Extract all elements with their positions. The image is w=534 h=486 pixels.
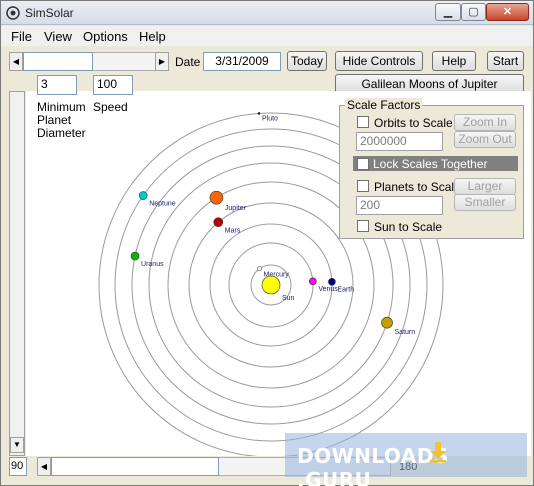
- scroll-left-arrow[interactable]: ◀: [9, 52, 23, 71]
- planet-jupiter[interactable]: [209, 190, 224, 205]
- orbits-to-scale-checkbox[interactable]: [357, 116, 369, 128]
- lock-scales-label: Lock Scales Together: [373, 157, 488, 171]
- orbits-to-scale-label: Orbits to Scale: [374, 116, 453, 130]
- lock-scales-checkbox[interactable]: [357, 158, 369, 170]
- scroll-right-arrow[interactable]: ▶: [155, 52, 169, 71]
- sun-to-scale-checkbox[interactable]: [357, 220, 369, 232]
- vertical-scrollbar[interactable]: [9, 91, 25, 456]
- minimize-button[interactable]: ▁: [435, 3, 461, 21]
- date-label: Date: [175, 55, 201, 69]
- min-diameter-label-1: Minimum: [37, 100, 86, 114]
- zoom-out-button[interactable]: Zoom Out: [454, 131, 516, 148]
- orbits-scale-input[interactable]: 2000000: [356, 132, 443, 151]
- larger-button[interactable]: Larger: [454, 178, 516, 195]
- planet-label-venus: Venus: [318, 286, 338, 293]
- bottom-left-value[interactable]: 90: [9, 457, 27, 476]
- planet-label-mars: Mars: [225, 228, 241, 235]
- menu-options[interactable]: Options: [83, 29, 128, 44]
- planet-label-earth: Earth: [337, 286, 354, 293]
- speed-input[interactable]: 100: [93, 75, 133, 95]
- planet-label-sun: Sun: [282, 295, 295, 302]
- window-title: SimSolar: [25, 6, 74, 20]
- scroll-down-arrow[interactable]: ▼: [10, 437, 24, 453]
- date-input[interactable]: 3/31/2009: [203, 52, 281, 71]
- min-diameter-input[interactable]: 3: [37, 75, 77, 95]
- help-button[interactable]: Help: [432, 51, 476, 71]
- smaller-button[interactable]: Smaller: [454, 194, 516, 211]
- scale-factors-title: Scale Factors: [345, 98, 423, 112]
- download-arrow-icon: [430, 442, 446, 463]
- title-bar: SimSolar ▁ ▢ ✕: [1, 1, 533, 25]
- watermark-text: DOWNLOADS.GURU: [297, 444, 449, 486]
- planet-label-uranus: Uranus: [141, 261, 164, 268]
- hide-controls-button[interactable]: Hide Controls: [335, 51, 423, 71]
- planet-mercury[interactable]: [257, 266, 262, 271]
- min-diameter-label-3: Diameter: [37, 126, 86, 140]
- planet-sun[interactable]: [261, 275, 281, 295]
- planet-neptune[interactable]: [138, 191, 148, 200]
- planets-to-scale-label: Planets to Scale: [374, 180, 461, 194]
- min-diameter-label-2: Planet: [37, 113, 72, 127]
- scroll-thumb[interactable]: [23, 52, 93, 71]
- menu-help[interactable]: Help: [139, 29, 166, 44]
- planet-label-mercury: Mercury: [264, 272, 290, 279]
- planet-label-pluto: Pluto: [262, 115, 278, 122]
- speed-label: Speed: [93, 100, 128, 114]
- menu-bar: File View Options Help: [1, 26, 533, 46]
- planet-venus[interactable]: [309, 277, 317, 286]
- zoom-in-button[interactable]: Zoom In: [454, 114, 516, 131]
- planet-label-jupiter: Jupiter: [225, 205, 247, 212]
- maximize-button[interactable]: ▢: [461, 3, 486, 21]
- menu-file[interactable]: File: [11, 29, 32, 44]
- app-icon: [6, 6, 20, 20]
- close-button[interactable]: ✕: [486, 3, 529, 21]
- planet-saturn[interactable]: [381, 316, 393, 329]
- bottom-scroll-left-arrow[interactable]: ◀: [37, 457, 51, 476]
- today-button[interactable]: Today: [287, 51, 327, 71]
- planet-pluto[interactable]: [257, 112, 261, 115]
- start-button[interactable]: Start: [487, 51, 524, 71]
- bottom-scroll-thumb[interactable]: [51, 457, 219, 476]
- planets-to-scale-checkbox[interactable]: [357, 180, 369, 192]
- planet-mars[interactable]: [213, 217, 224, 227]
- planet-earth[interactable]: [328, 278, 336, 286]
- sun-to-scale-label: Sun to Scale: [374, 220, 443, 234]
- planets-scale-input[interactable]: 200: [356, 196, 443, 215]
- planet-label-saturn: Saturn: [395, 329, 416, 336]
- planet-label-neptune: Neptune: [149, 201, 176, 208]
- app-window: SimSolar ▁ ▢ ✕ File View Options Help ◀ …: [0, 0, 534, 486]
- planet-uranus[interactable]: [130, 251, 140, 261]
- menu-view[interactable]: View: [44, 29, 72, 44]
